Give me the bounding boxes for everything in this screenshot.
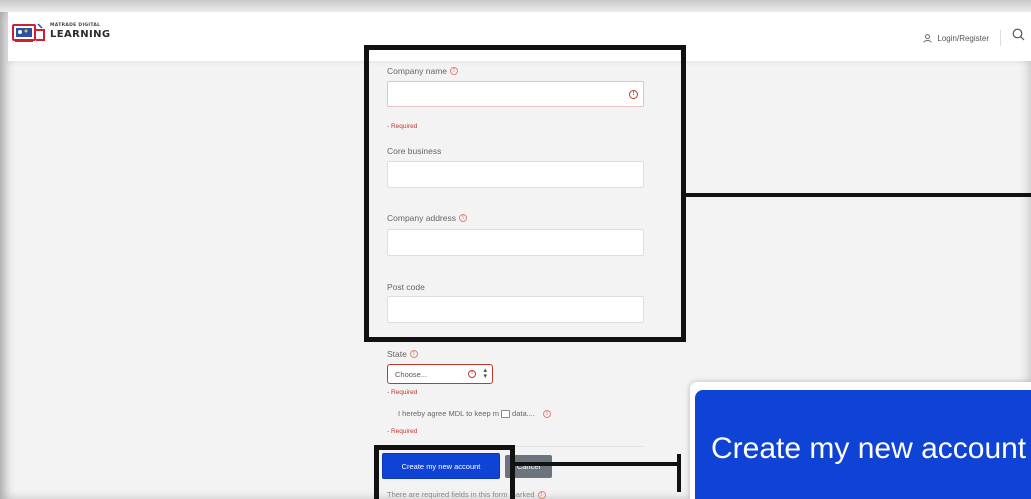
browser-top-strip (0, 0, 1031, 12)
highlight-box-form (364, 45, 686, 342)
info-icon: ! (537, 490, 546, 499)
zoomed-create-account-button: Create my new account (695, 390, 1031, 499)
logo-text-big: LEARNING (50, 29, 111, 40)
search-icon[interactable] (1012, 28, 1025, 41)
info-icon: ! (542, 409, 551, 418)
site-logo[interactable]: MATRADE DIGITAL LEARNING (12, 22, 112, 48)
agree-text-start: I hereby agree MDL to keep m (398, 409, 500, 418)
connector-line (684, 193, 1031, 197)
select-caret-icon: ▴ ▾ (483, 367, 487, 380)
connector-end (677, 454, 681, 492)
login-register-label: Login/Register (937, 33, 989, 43)
highlight-box-button (374, 445, 515, 499)
state-select-value: Choose... (395, 370, 428, 379)
error-icon: ! (468, 370, 476, 378)
zoom-callout: Create my new account (690, 382, 1031, 499)
state-label: State ! (387, 349, 418, 359)
info-icon: ! (409, 350, 418, 358)
logo-icon (12, 23, 45, 42)
agree-required: - Required (387, 428, 418, 435)
state-label-text: State (387, 349, 407, 359)
agree-text-end: data.... (512, 409, 535, 418)
login-register-link[interactable]: Login/Register (923, 30, 1001, 46)
agree-checkbox[interactable] (501, 409, 511, 418)
user-icon (923, 33, 932, 43)
header-divider (1000, 30, 1001, 46)
connector-line (513, 462, 680, 466)
agree-row: I hereby agree MDL to keep m data.... ! (398, 409, 551, 418)
logo-text-small: MATRADE DIGITAL (50, 23, 101, 28)
state-required: - Required (387, 389, 418, 396)
state-select[interactable]: Choose... ! ▴ ▾ (387, 364, 493, 384)
